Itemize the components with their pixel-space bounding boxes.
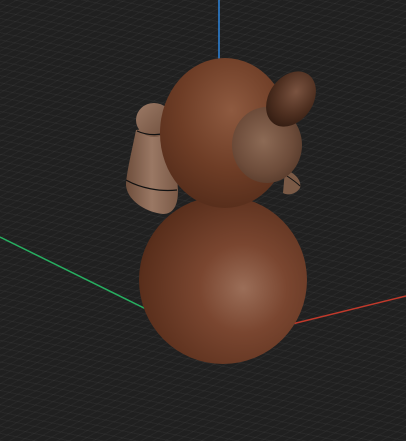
bear-body[interactable]	[139, 196, 307, 364]
scene-canvas[interactable]	[0, 0, 406, 441]
x-axis-line	[287, 295, 406, 326]
bear-model[interactable]	[125, 58, 326, 364]
3d-viewport[interactable]	[0, 0, 406, 441]
y-axis-line	[0, 236, 149, 311]
